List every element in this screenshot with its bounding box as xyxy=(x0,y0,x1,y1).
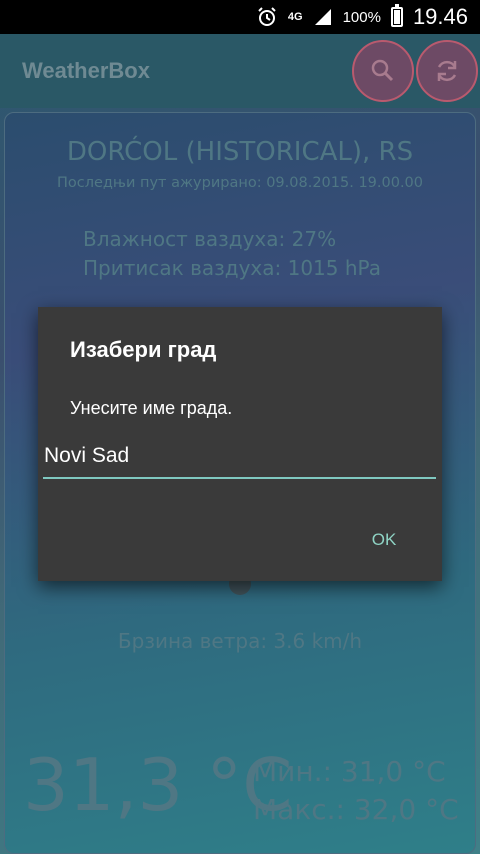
app-bar: WeatherBox xyxy=(0,34,480,108)
app-title: WeatherBox xyxy=(22,58,150,83)
signal-icon xyxy=(313,7,333,27)
search-button[interactable] xyxy=(352,40,414,102)
last-updated: Последњи пут ажурирано: 09.08.2015. 19.0… xyxy=(56,175,424,191)
ok-button[interactable]: OK xyxy=(354,523,414,557)
search-icon xyxy=(371,59,394,82)
clock: 19.46 xyxy=(412,4,468,29)
choose-city-dialog: Изабери град Унесите име града. OK xyxy=(38,307,442,581)
dialog-title: Изабери град xyxy=(70,337,217,362)
refresh-button[interactable] xyxy=(416,40,478,102)
city-input[interactable] xyxy=(43,435,436,479)
network-type: 4G xyxy=(287,11,303,23)
wind-speed: Брзина ветра: 3.6 km/h xyxy=(117,629,363,653)
status-bar: 4G 100% 19.46 xyxy=(0,0,480,34)
battery-icon xyxy=(390,4,403,27)
humidity: Влажност ваздуха: 27% xyxy=(83,227,337,251)
battery-percent: 100% xyxy=(342,8,381,26)
pressure: Притисак ваздуха: 1015 hPa xyxy=(83,256,381,280)
alarm-icon xyxy=(256,6,278,28)
refresh-icon xyxy=(437,60,457,82)
dialog-message: Унесите име града. xyxy=(70,398,233,418)
city-name: DORĆOL (HISTORICAL), RS xyxy=(66,137,414,167)
min-temperature: Мин.: 31,0 °C xyxy=(253,755,446,788)
max-temperature: Макс.: 32,0 °C xyxy=(253,793,459,826)
